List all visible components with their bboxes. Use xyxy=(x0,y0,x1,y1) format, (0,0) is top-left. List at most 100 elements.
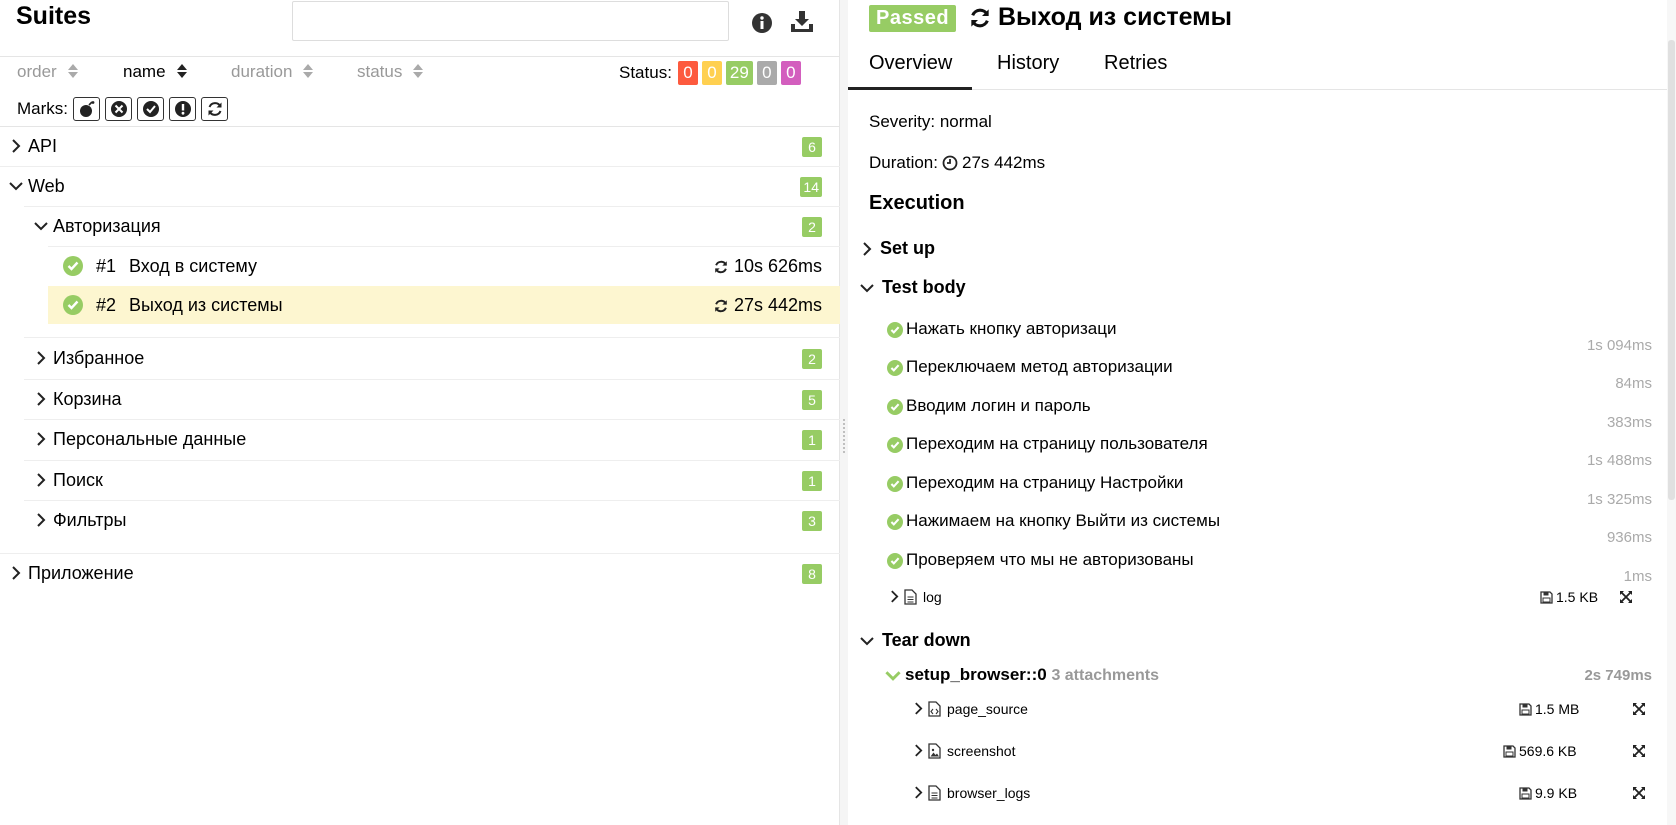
test-case-name: Вход в систему xyxy=(129,256,257,276)
new-passed-icon xyxy=(142,100,160,118)
suites-pane: Suites order name duration status Status… xyxy=(0,0,840,825)
tab-overview[interactable]: Overview xyxy=(869,52,952,75)
scrollbar-thumb[interactable] xyxy=(1668,40,1675,500)
download-icon xyxy=(789,8,815,34)
mark-new-passed-button[interactable] xyxy=(137,97,164,121)
sort-name-label: name xyxy=(123,62,166,81)
expand-icon[interactable] xyxy=(1632,744,1646,758)
status-filter: Status: 0 0 29 0 0 xyxy=(619,61,801,85)
step-row[interactable]: Переходим на страницу пользователя 1s 48… xyxy=(887,430,1652,469)
status-failed-toggle[interactable]: 0 xyxy=(677,61,698,85)
pane-splitter[interactable] xyxy=(840,0,848,825)
step-name: Нажать кнопку авторизаци xyxy=(906,319,1117,338)
passed-status-icon xyxy=(887,360,903,376)
mark-new-failed-button[interactable] xyxy=(105,97,132,121)
step-row[interactable]: Переходим на страницу Настройки 1s 325ms xyxy=(887,469,1652,508)
tree-group-cart[interactable]: Корзина 5 xyxy=(0,380,840,418)
chevron-right-icon xyxy=(890,590,899,603)
sort-status[interactable]: status xyxy=(357,62,424,82)
status-unknown-toggle[interactable]: 0 xyxy=(780,61,801,85)
attachment-size-text: 9.9 KB xyxy=(1535,785,1578,801)
status-broken-toggle[interactable]: 0 xyxy=(701,61,722,85)
clock-icon xyxy=(942,155,958,171)
tree-group-auth[interactable]: Авторизация 2 xyxy=(0,207,840,245)
attachment-row-screenshot[interactable]: screenshot 569.6 KB xyxy=(909,737,1653,767)
test-case-duration-text: 27s 442ms xyxy=(733,295,822,315)
expand-icon[interactable] xyxy=(1632,786,1646,800)
retries-icon xyxy=(713,259,729,275)
step-duration: 383ms xyxy=(1606,414,1652,431)
attachment-name: screenshot xyxy=(947,743,1016,759)
step-row[interactable]: Нажать кнопку авторизаци 1s 094ms xyxy=(887,315,1652,354)
attachment-row-page-source[interactable]: page_source 1.5 MB xyxy=(909,695,1653,725)
status-filter-label: Status: xyxy=(619,63,672,82)
download-button[interactable] xyxy=(789,8,815,34)
attachment-size: 1.5 KB xyxy=(1540,589,1598,605)
passed-status-icon xyxy=(887,437,903,453)
status-passed-toggle[interactable]: 29 xyxy=(725,61,753,85)
attachment-row-browser-logs[interactable]: browser_logs 9.9 KB xyxy=(909,779,1653,809)
step-duration: 1s 488ms xyxy=(1586,452,1652,469)
status-badge: Passed xyxy=(869,5,957,32)
sort-duration[interactable]: duration xyxy=(231,62,314,82)
test-case-duration-text: 10s 626ms xyxy=(733,256,822,276)
severity-line: Severity: normal xyxy=(869,112,992,131)
tree-group-api[interactable]: API 6 xyxy=(0,127,840,165)
chevron-right-icon xyxy=(36,513,46,527)
tree-group-name: Приложение xyxy=(28,563,134,583)
passed-status-icon xyxy=(63,295,83,315)
status-skipped-toggle[interactable]: 0 xyxy=(756,61,777,85)
sort-name[interactable]: name xyxy=(123,62,188,82)
splitter-grip[interactable] xyxy=(842,418,846,454)
text-file-icon xyxy=(904,589,917,605)
teardown-label: Tear down xyxy=(882,630,971,650)
tab-retries[interactable]: Retries xyxy=(1104,52,1167,75)
setup-section[interactable]: Set up xyxy=(862,238,935,259)
marks-bar: Marks: xyxy=(17,97,228,121)
step-row[interactable]: Вводим логин и пароль 383ms xyxy=(887,392,1652,431)
tree-group-name: Персональные данные xyxy=(53,429,247,449)
mark-retries-button[interactable] xyxy=(201,97,228,121)
text-file-icon xyxy=(928,785,941,801)
tree-group-app[interactable]: Приложение 8 xyxy=(0,554,840,592)
tree-group-search[interactable]: Поиск 1 xyxy=(0,461,840,499)
tab-history[interactable]: History xyxy=(997,52,1059,75)
expand-icon[interactable] xyxy=(1632,702,1646,716)
test-body-section[interactable]: Test body xyxy=(860,277,966,298)
search-input[interactable] xyxy=(292,1,729,41)
tab-bar: Overview History Retries xyxy=(848,42,1676,90)
mark-new-broken-button[interactable] xyxy=(169,97,196,121)
chevron-right-icon xyxy=(914,702,923,715)
chevron-right-icon xyxy=(36,392,46,406)
tree-group-name: Корзина xyxy=(53,389,122,409)
step-row[interactable]: Нажимаем на кнопку Выйти из системы 936m… xyxy=(887,507,1652,546)
test-case-pane: Passed Выход из системы Overview History… xyxy=(848,0,1676,825)
mark-flaky-button[interactable] xyxy=(73,97,100,121)
tree-group-favorites[interactable]: Избранное 2 xyxy=(0,339,840,377)
step-row[interactable]: Переключаем метод авторизации 84ms xyxy=(887,353,1652,392)
tree-group-filters[interactable]: Фильтры 3 xyxy=(0,501,840,539)
tree-group-web[interactable]: Web 14 xyxy=(0,167,840,205)
step-name: Нажимаем на кнопку Выйти из системы xyxy=(906,511,1221,530)
step-name: Проверяем что мы не авторизованы xyxy=(906,550,1194,569)
tree-group-count: 2 xyxy=(802,217,822,237)
info-button[interactable] xyxy=(749,10,775,36)
tree-group-personal-data[interactable]: Персональные данные 1 xyxy=(0,420,840,458)
sort-arrows-icon xyxy=(176,63,188,79)
test-case-title: Выход из системы xyxy=(998,3,1233,31)
fixture-row[interactable]: setup_browser::0 3 attachments 2s 749ms xyxy=(885,665,1652,689)
scrollbar[interactable] xyxy=(1667,0,1676,825)
duration-value: 27s 442ms xyxy=(961,153,1046,172)
test-case-number: #2 xyxy=(96,295,117,315)
sort-status-label: status xyxy=(357,62,403,81)
step-duration: 1s 094ms xyxy=(1586,337,1652,354)
step-row[interactable]: Проверяем что мы не авторизованы 1ms xyxy=(887,546,1652,585)
sort-order[interactable]: order xyxy=(17,62,79,82)
save-icon xyxy=(1503,744,1516,758)
expand-icon[interactable] xyxy=(1619,590,1633,604)
marks-label: Marks: xyxy=(17,99,68,118)
test-case-row[interactable]: #1 Вход в систему 10s 626ms xyxy=(48,247,840,285)
test-case-row-selected[interactable]: #2 Выход из системы 27s 442ms xyxy=(48,286,840,324)
teardown-section[interactable]: Tear down xyxy=(860,630,971,651)
attachment-row-log[interactable]: log 1.5 KB xyxy=(885,583,1633,613)
